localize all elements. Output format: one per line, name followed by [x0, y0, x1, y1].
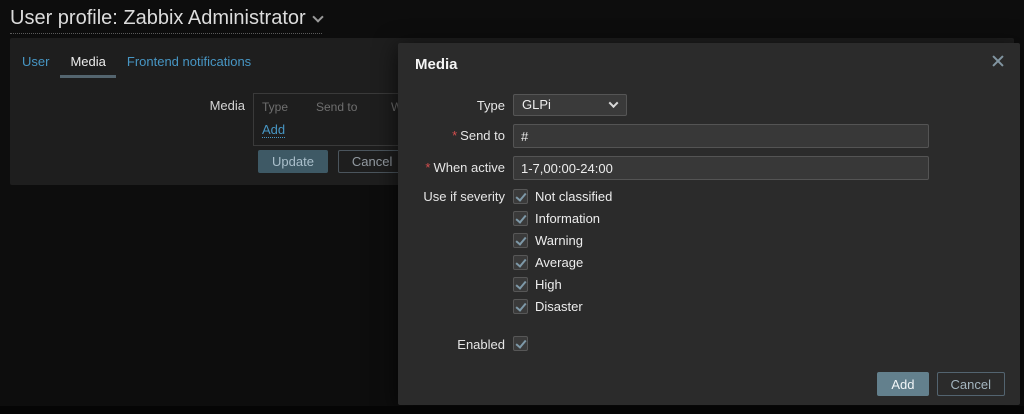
modal-footer: Add Cancel — [877, 372, 1005, 396]
severity-checkbox-list: Not classified Information Warning Avera… — [513, 188, 612, 320]
media-modal: Media Type GLPi *Send to — [398, 43, 1020, 405]
enabled-label: Enabled — [415, 336, 505, 352]
profile-cancel-button[interactable]: Cancel — [338, 150, 406, 173]
chevron-down-icon — [609, 98, 619, 108]
severity-option-information[interactable]: Information — [513, 210, 612, 226]
when-active-row: *When active — [415, 156, 1003, 180]
add-button[interactable]: Add — [877, 372, 928, 396]
required-asterisk: * — [452, 128, 457, 143]
checkbox-checked-icon[interactable] — [513, 277, 528, 292]
enabled-checkbox[interactable] — [513, 336, 528, 351]
profile-form-actions: Update Cancel — [258, 150, 406, 173]
checkbox-checked-icon[interactable] — [513, 299, 528, 314]
bottom-strip — [0, 406, 1024, 414]
page-title-text: User profile: Zabbix Administrator — [10, 7, 306, 30]
modal-title: Media — [415, 56, 458, 73]
checkbox-checked-icon[interactable] — [513, 255, 528, 270]
send-to-row: *Send to — [415, 124, 1003, 148]
severity-option-high[interactable]: High — [513, 276, 612, 292]
modal-header: Media — [398, 43, 1020, 73]
severity-option-average[interactable]: Average — [513, 254, 612, 270]
tab-user[interactable]: User — [12, 50, 59, 78]
modal-body: Type GLPi *Send to *When active — [398, 73, 1020, 352]
checkbox-checked-icon[interactable] — [513, 189, 528, 204]
severity-option-disaster[interactable]: Disaster — [513, 298, 612, 314]
severity-row: Use if severity Not classified Informati… — [415, 188, 1003, 320]
media-table-header-sendto: Send to — [316, 100, 391, 114]
tab-media[interactable]: Media — [60, 50, 115, 78]
type-row: Type GLPi — [415, 94, 1003, 116]
modal-cancel-button[interactable]: Cancel — [937, 372, 1005, 396]
severity-option-warning[interactable]: Warning — [513, 232, 612, 248]
send-to-label: *Send to — [415, 124, 505, 143]
when-active-input[interactable] — [513, 156, 929, 180]
page: User profile: Zabbix Administrator User … — [0, 0, 1024, 414]
update-button[interactable]: Update — [258, 150, 328, 173]
media-table-header-type: Type — [262, 100, 316, 114]
media-field-label: Media — [10, 98, 245, 113]
send-to-input[interactable] — [513, 124, 929, 148]
when-active-label: *When active — [415, 156, 505, 175]
type-select-value: GLPi — [522, 97, 551, 112]
page-title[interactable]: User profile: Zabbix Administrator — [10, 7, 322, 34]
severity-option-not-classified[interactable]: Not classified — [513, 188, 612, 204]
checkbox-checked-icon[interactable] — [513, 211, 528, 226]
severity-label: Use if severity — [415, 188, 505, 204]
tab-frontend-notifications[interactable]: Frontend notifications — [117, 50, 261, 78]
close-icon — [991, 60, 1005, 62]
chevron-down-icon — [312, 11, 323, 22]
checkbox-checked-icon[interactable] — [513, 233, 528, 248]
title-bar: User profile: Zabbix Administrator — [0, 0, 1024, 38]
enabled-row: Enabled — [415, 336, 1003, 352]
close-button[interactable] — [989, 52, 1007, 70]
type-select[interactable]: GLPi — [513, 94, 627, 116]
required-asterisk: * — [425, 160, 430, 175]
media-add-link[interactable]: Add — [262, 122, 285, 138]
type-label: Type — [415, 94, 505, 113]
